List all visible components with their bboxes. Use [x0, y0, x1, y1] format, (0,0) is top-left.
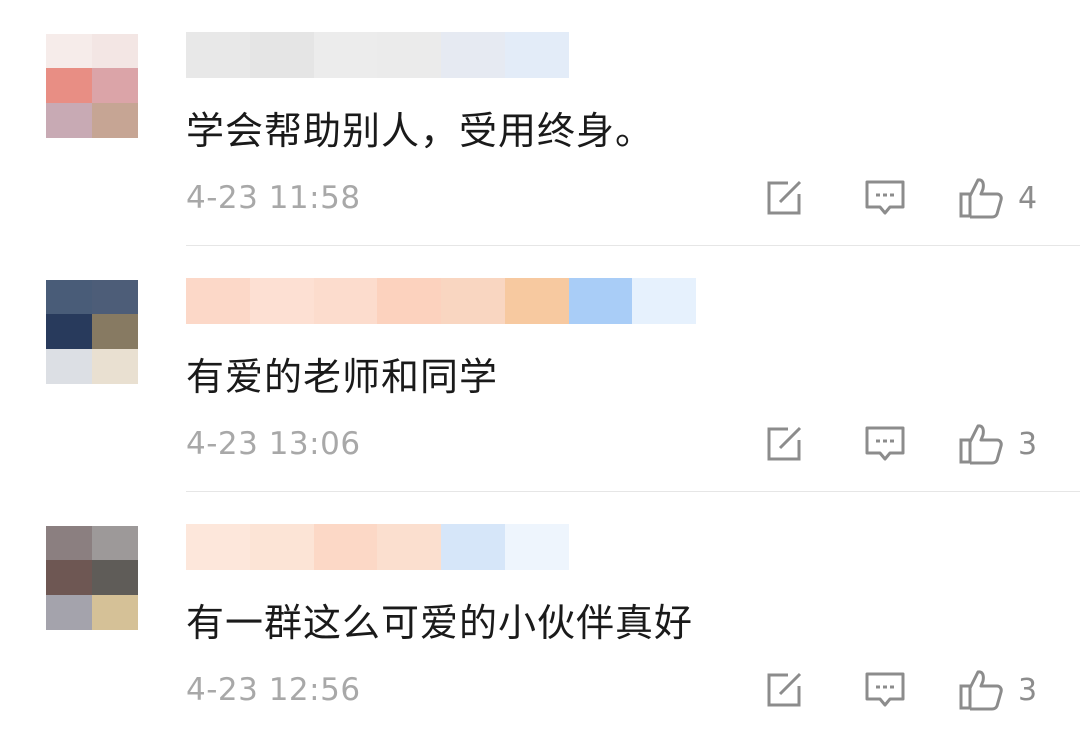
comment-list: 学会帮助别人，受用终身。 4-23 11:58 4 有爱的老师和同学 4-23 …	[0, 0, 1080, 744]
comment-text: 有一群这么可爱的小伙伴真好	[186, 601, 694, 645]
like-count: 3	[1018, 426, 1038, 462]
like-button[interactable]: 3	[958, 420, 1037, 468]
edit-icon	[767, 672, 802, 707]
thumbs-up-icon	[959, 178, 1003, 219]
comment-text: 学会帮助别人，受用终身。	[186, 109, 655, 153]
avatar[interactable]	[46, 526, 138, 630]
username-blurred[interactable]	[186, 278, 696, 324]
avatar-pixel	[92, 68, 138, 103]
avatar-pixel	[46, 34, 92, 68]
avatar-pixel	[92, 314, 138, 349]
thumbs-up-icon	[959, 424, 1003, 465]
avatar-pixel	[92, 103, 138, 138]
avatar[interactable]	[46, 34, 138, 138]
avatar-pixel	[92, 34, 138, 68]
reply-button[interactable]	[864, 174, 906, 222]
comment-item: 有爱的老师和同学 4-23 13:06 3	[0, 246, 1080, 492]
avatar-pixel	[46, 595, 92, 630]
like-count: 3	[1018, 672, 1038, 708]
reply-icon	[865, 426, 905, 461]
avatar-pixel	[46, 68, 92, 103]
avatar-pixel	[46, 103, 92, 138]
avatar-pixel	[92, 280, 138, 314]
avatar-pixel	[46, 314, 92, 349]
reply-icon	[865, 672, 905, 707]
avatar-pixel	[46, 280, 92, 314]
avatar-pixel	[92, 595, 138, 630]
edit-button[interactable]	[764, 174, 806, 222]
comment-text: 有爱的老师和同学	[186, 355, 499, 399]
avatar-pixel	[46, 526, 92, 560]
reply-button[interactable]	[864, 420, 906, 468]
like-button[interactable]: 3	[958, 666, 1037, 714]
avatar-pixel	[92, 560, 138, 595]
comment-item: 有一群这么可爱的小伙伴真好 4-23 12:56 3	[0, 492, 1080, 738]
comment-item: 学会帮助别人，受用终身。 4-23 11:58 4	[0, 0, 1080, 246]
like-count: 4	[1018, 180, 1038, 216]
username-blurred[interactable]	[186, 32, 696, 78]
edit-icon	[767, 180, 802, 215]
avatar-pixel	[92, 349, 138, 384]
avatar-pixel	[46, 349, 92, 384]
avatar-pixel	[92, 526, 138, 560]
thumbs-up-icon	[959, 670, 1003, 711]
edit-icon	[767, 426, 802, 461]
edit-button[interactable]	[764, 666, 806, 714]
edit-button[interactable]	[764, 420, 806, 468]
reply-button[interactable]	[864, 666, 906, 714]
avatar-pixel	[46, 560, 92, 595]
avatar[interactable]	[46, 280, 138, 384]
comment-timestamp: 4-23 13:06	[186, 426, 361, 462]
username-blurred[interactable]	[186, 524, 696, 570]
comment-timestamp: 4-23 12:56	[186, 672, 361, 708]
comment-timestamp: 4-23 11:58	[186, 180, 361, 216]
reply-icon	[865, 180, 905, 215]
like-button[interactable]: 4	[958, 174, 1037, 222]
